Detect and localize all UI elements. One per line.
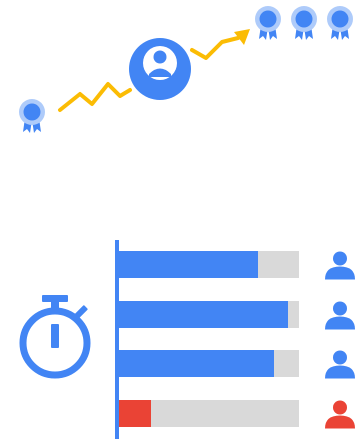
stopwatch-icon bbox=[19, 295, 91, 379]
person-icon bbox=[325, 400, 355, 429]
progress-fill bbox=[119, 350, 274, 377]
leaderboard-row bbox=[119, 251, 355, 280]
start-badge-icon bbox=[19, 99, 45, 133]
leaderboard-rows bbox=[119, 251, 355, 429]
trend-arrow-icon bbox=[190, 29, 250, 60]
person-icon bbox=[325, 301, 355, 330]
award-badges bbox=[255, 6, 353, 40]
progress-fill bbox=[119, 251, 258, 278]
progress-fill bbox=[119, 301, 288, 328]
user-avatar-icon bbox=[129, 38, 191, 100]
award-ribbon-icon bbox=[255, 6, 281, 40]
leaderboard-row bbox=[119, 400, 355, 429]
award-ribbon-icon bbox=[291, 6, 317, 40]
award-ribbon-icon bbox=[327, 6, 353, 40]
leaderboard-row bbox=[119, 301, 355, 330]
leaderboard-row bbox=[119, 350, 355, 379]
trend-line-icon bbox=[58, 82, 132, 112]
leaderboard-axis bbox=[115, 240, 119, 439]
person-icon bbox=[325, 350, 355, 379]
progress-fill bbox=[119, 400, 151, 427]
illustration bbox=[0, 0, 360, 439]
progress-illustration bbox=[19, 6, 355, 439]
person-icon bbox=[325, 251, 355, 280]
